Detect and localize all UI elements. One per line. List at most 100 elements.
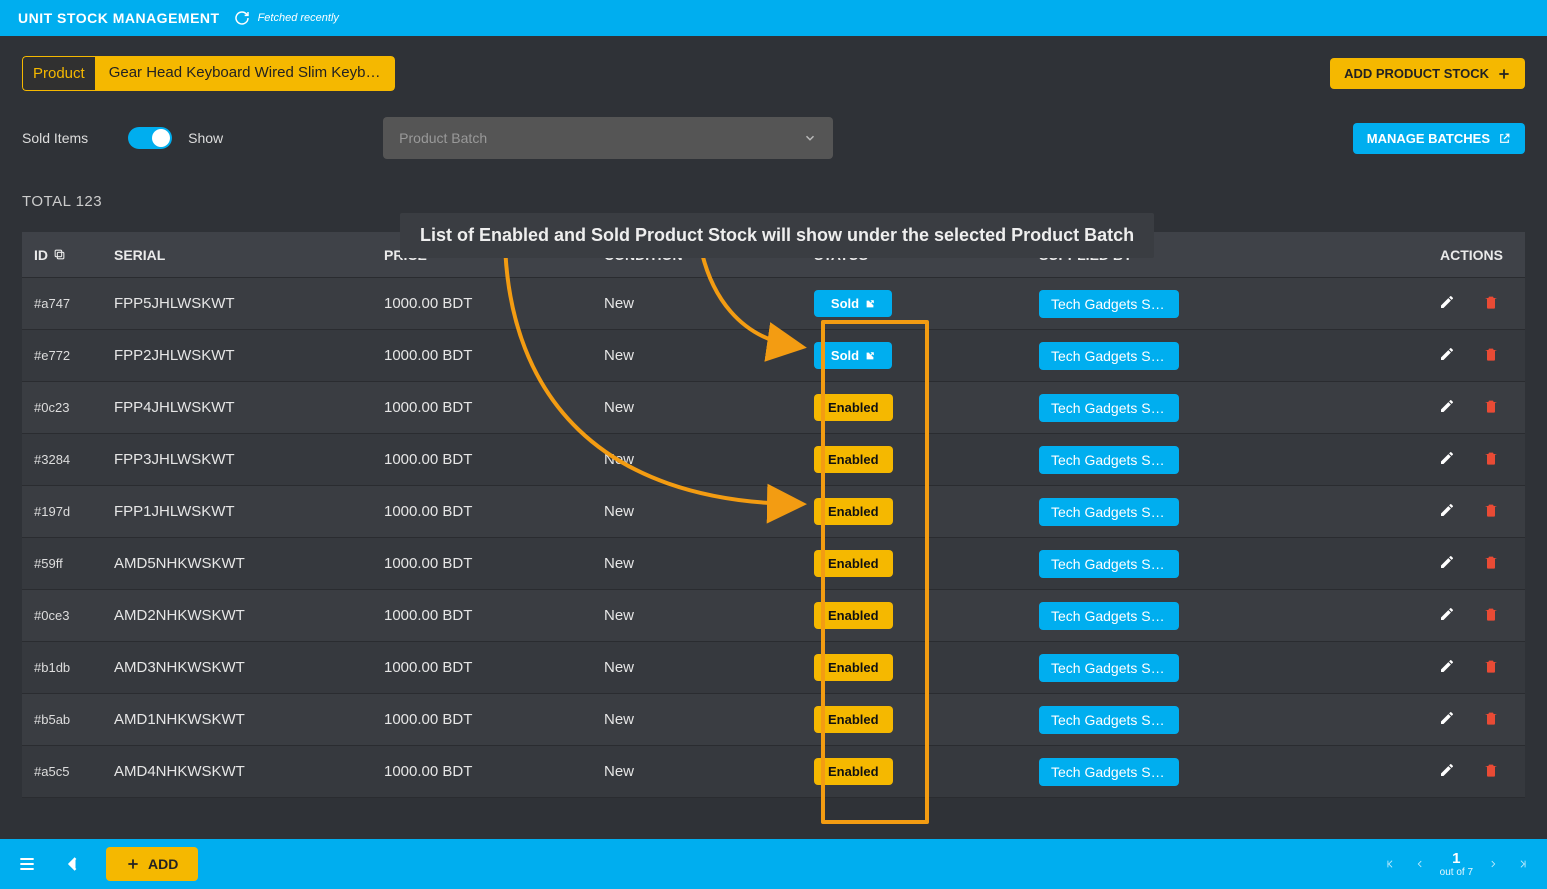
delete-button[interactable] xyxy=(1479,292,1503,316)
supplier-button[interactable]: Tech Gadgets Su… xyxy=(1039,706,1179,734)
pager-prev[interactable] xyxy=(1410,854,1430,874)
cell-condition: New xyxy=(604,451,814,468)
cell-status: Enabled xyxy=(814,394,1039,421)
table-row[interactable]: #59ffAMD5NHKWSKWT1000.00 BDTNewEnabledTe… xyxy=(22,538,1525,590)
status-badge[interactable]: Enabled xyxy=(814,498,893,525)
pager-next[interactable] xyxy=(1483,854,1503,874)
cell-status: Enabled xyxy=(814,602,1039,629)
cell-condition: New xyxy=(604,295,814,312)
product-batch-select[interactable]: Product Batch xyxy=(383,117,833,159)
table-row[interactable]: #0ce3AMD2NHKWSKWT1000.00 BDTNewEnabledTe… xyxy=(22,590,1525,642)
edit-button[interactable] xyxy=(1435,448,1459,472)
add-product-stock-button[interactable]: ADD PRODUCT STOCK xyxy=(1330,58,1525,89)
status-badge[interactable]: Sold xyxy=(814,290,892,317)
table-body: #a747FPP5JHLWSKWT1000.00 BDTNewSoldTech … xyxy=(22,278,1525,798)
status-badge[interactable]: Enabled xyxy=(814,654,893,681)
pager-first[interactable] xyxy=(1380,854,1400,874)
add-button-label: ADD xyxy=(148,856,178,872)
external-link-icon xyxy=(865,299,875,309)
supplier-button[interactable]: Tech Gadgets Su… xyxy=(1039,602,1179,630)
supplier-button[interactable]: Tech Gadgets Su… xyxy=(1039,654,1179,682)
edit-button[interactable] xyxy=(1435,656,1459,680)
edit-button[interactable] xyxy=(1435,552,1459,576)
delete-button[interactable] xyxy=(1479,448,1503,472)
cell-serial: AMD5NHKWSKWT xyxy=(114,555,384,572)
delete-button[interactable] xyxy=(1479,604,1503,628)
stock-table: ID SERIAL PRICE CONDITION STATUS SUPPLIE… xyxy=(22,232,1525,798)
pencil-icon xyxy=(1439,450,1455,470)
back-button[interactable] xyxy=(60,851,86,877)
refresh-status[interactable]: Fetched recently xyxy=(234,10,339,26)
product-pill[interactable]: Product Gear Head Keyboard Wired Slim Ke… xyxy=(22,56,395,91)
status-badge[interactable]: Enabled xyxy=(814,446,893,473)
manage-batches-button[interactable]: MANAGE BATCHES xyxy=(1353,123,1525,154)
cell-price: 1000.00 BDT xyxy=(384,451,604,468)
supplier-button[interactable]: Tech Gadgets Su… xyxy=(1039,342,1179,370)
delete-button[interactable] xyxy=(1479,656,1503,680)
table-row[interactable]: #a747FPP5JHLWSKWT1000.00 BDTNewSoldTech … xyxy=(22,278,1525,330)
sold-items-toggle[interactable] xyxy=(128,127,172,149)
cell-supplied: Tech Gadgets Su… xyxy=(1039,602,1339,630)
edit-button[interactable] xyxy=(1435,708,1459,732)
edit-button[interactable] xyxy=(1435,344,1459,368)
edit-button[interactable] xyxy=(1435,292,1459,316)
trash-icon xyxy=(1483,605,1499,627)
supplier-button[interactable]: Tech Gadgets Su… xyxy=(1039,446,1179,474)
trash-icon xyxy=(1483,761,1499,783)
status-badge[interactable]: Sold xyxy=(814,342,892,369)
cell-price: 1000.00 BDT xyxy=(384,399,604,416)
cell-price: 1000.00 BDT xyxy=(384,763,604,780)
cell-actions xyxy=(1339,292,1513,316)
menu-button[interactable] xyxy=(14,851,40,877)
supplier-button[interactable]: Tech Gadgets Su… xyxy=(1039,550,1179,578)
edit-button[interactable] xyxy=(1435,604,1459,628)
cell-serial: FPP5JHLWSKWT xyxy=(114,295,384,312)
cell-actions xyxy=(1339,708,1513,732)
sold-items-toggle-wrap: Show xyxy=(128,127,223,149)
status-badge[interactable]: Enabled xyxy=(814,758,893,785)
table-row[interactable]: #b1dbAMD3NHKWSKWT1000.00 BDTNewEnabledTe… xyxy=(22,642,1525,694)
pager-last[interactable] xyxy=(1513,854,1533,874)
status-badge[interactable]: Enabled xyxy=(814,394,893,421)
delete-button[interactable] xyxy=(1479,552,1503,576)
chevron-down-icon xyxy=(803,131,817,145)
table-row[interactable]: #197dFPP1JHLWSKWT1000.00 BDTNewEnabledTe… xyxy=(22,486,1525,538)
col-id-label: ID xyxy=(34,247,48,263)
cell-condition: New xyxy=(604,503,814,520)
cell-price: 1000.00 BDT xyxy=(384,503,604,520)
add-button[interactable]: ADD xyxy=(106,847,198,881)
delete-button[interactable] xyxy=(1479,396,1503,420)
edit-button[interactable] xyxy=(1435,500,1459,524)
cell-supplied: Tech Gadgets Su… xyxy=(1039,290,1339,318)
supplier-button[interactable]: Tech Gadgets Su… xyxy=(1039,498,1179,526)
col-id[interactable]: ID xyxy=(34,247,114,263)
delete-button[interactable] xyxy=(1479,708,1503,732)
cell-actions xyxy=(1339,344,1513,368)
supplier-button[interactable]: Tech Gadgets Su… xyxy=(1039,758,1179,786)
col-serial[interactable]: SERIAL xyxy=(114,247,384,263)
supplier-button[interactable]: Tech Gadgets Su… xyxy=(1039,394,1179,422)
status-badge[interactable]: Enabled xyxy=(814,706,893,733)
table-row[interactable]: #a5c5AMD4NHKWSKWT1000.00 BDTNewEnabledTe… xyxy=(22,746,1525,798)
delete-button[interactable] xyxy=(1479,760,1503,784)
delete-button[interactable] xyxy=(1479,344,1503,368)
cell-actions xyxy=(1339,552,1513,576)
cell-id: #3284 xyxy=(34,452,114,467)
refresh-icon xyxy=(234,10,250,26)
pencil-icon xyxy=(1439,710,1455,730)
edit-button[interactable] xyxy=(1435,760,1459,784)
trash-icon xyxy=(1483,657,1499,679)
cell-status: Sold xyxy=(814,290,1039,317)
cell-serial: AMD4NHKWSKWT xyxy=(114,763,384,780)
delete-button[interactable] xyxy=(1479,500,1503,524)
table-row[interactable]: #e772FPP2JHLWSKWT1000.00 BDTNewSoldTech … xyxy=(22,330,1525,382)
status-badge[interactable]: Enabled xyxy=(814,602,893,629)
supplier-button[interactable]: Tech Gadgets Su… xyxy=(1039,290,1179,318)
cell-condition: New xyxy=(604,555,814,572)
table-row[interactable]: #b5abAMD1NHKWSKWT1000.00 BDTNewEnabledTe… xyxy=(22,694,1525,746)
table-row[interactable]: #3284FPP3JHLWSKWT1000.00 BDTNewEnabledTe… xyxy=(22,434,1525,486)
status-badge[interactable]: Enabled xyxy=(814,550,893,577)
cell-condition: New xyxy=(604,399,814,416)
table-row[interactable]: #0c23FPP4JHLWSKWT1000.00 BDTNewEnabledTe… xyxy=(22,382,1525,434)
edit-button[interactable] xyxy=(1435,396,1459,420)
